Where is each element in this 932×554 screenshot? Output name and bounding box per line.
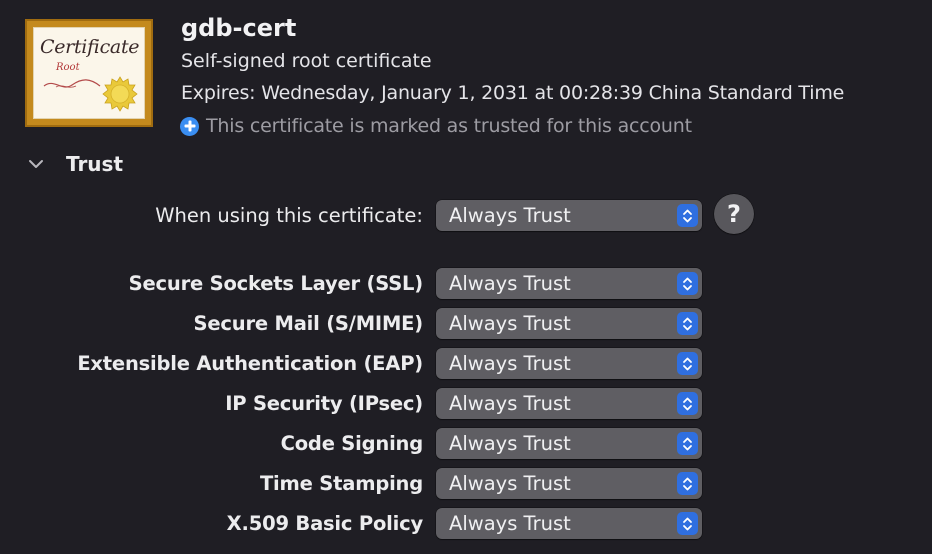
certificate-name: gdb-cert [181, 14, 297, 42]
certificate-expiration: Expires: Wednesday, January 1, 2031 at 0… [181, 82, 845, 104]
trust-disclosure[interactable]: Trust [26, 150, 123, 178]
up-down-chevron-icon [677, 512, 698, 535]
popup-value: Always Trust [449, 312, 571, 335]
policy-label: IP Security (IPsec) [225, 392, 423, 415]
x509-trust-popup[interactable]: Always Trust [436, 508, 702, 539]
policy-row-eap: Extensible Authentication (EAP) Always T… [0, 348, 932, 380]
chevron-down-icon[interactable] [26, 154, 46, 174]
policy-label: Secure Mail (S/MIME) [193, 312, 424, 335]
certificate-kind: Self-signed root certificate [181, 50, 432, 72]
gold-seal-icon [102, 76, 138, 112]
when-using-popup[interactable]: Always Trust [436, 200, 702, 231]
popup-value: Always Trust [449, 432, 571, 455]
up-down-chevron-icon [677, 312, 698, 335]
certificate-icon-subtitle: Root [56, 62, 80, 73]
certificate-icon-title: Certificate [40, 36, 140, 58]
trusted-notice-text: This certificate is marked as trusted fo… [206, 115, 692, 137]
popup-value: Always Trust [449, 472, 571, 495]
policy-row-smime: Secure Mail (S/MIME) Always Trust [0, 308, 932, 340]
certificate-paper: Certificate Root [33, 27, 145, 119]
policy-label: Secure Sockets Layer (SSL) [128, 272, 424, 295]
policy-row-code-signing: Code Signing Always Trust [0, 428, 932, 460]
when-using-row: When using this certificate: Always Trus… [0, 200, 932, 232]
policy-row-x509: X.509 Basic Policy Always Trust [0, 508, 932, 540]
when-using-label: When using this certificate: [155, 204, 423, 227]
smime-trust-popup[interactable]: Always Trust [436, 308, 702, 339]
policy-row-ssl: Secure Sockets Layer (SSL) Always Trust [0, 268, 932, 300]
up-down-chevron-icon [677, 392, 698, 415]
up-down-chevron-icon [677, 272, 698, 295]
policy-row-time-stamping: Time Stamping Always Trust [0, 468, 932, 500]
code-signing-trust-popup[interactable]: Always Trust [436, 428, 702, 459]
up-down-chevron-icon [677, 204, 698, 227]
ssl-trust-popup[interactable]: Always Trust [436, 268, 702, 299]
popup-value: Always Trust [449, 392, 571, 415]
popup-value: Always Trust [449, 272, 571, 295]
time-stamping-trust-popup[interactable]: Always Trust [436, 468, 702, 499]
policy-label: Code Signing [280, 432, 424, 455]
certificate-trust-panel: Certificate Root gdb-cert Self-signed ro… [0, 0, 932, 554]
certificate-icon: Certificate Root [25, 19, 153, 127]
up-down-chevron-icon [677, 352, 698, 375]
policy-label: Extensible Authentication (EAP) [77, 352, 423, 375]
policy-label: X.509 Basic Policy [226, 512, 424, 535]
flourish-icon [43, 79, 101, 88]
help-button[interactable]: ? [714, 194, 754, 234]
up-down-chevron-icon [677, 432, 698, 455]
eap-trust-popup[interactable]: Always Trust [436, 348, 702, 379]
plus-circle-icon [180, 116, 199, 136]
popup-value: Always Trust [449, 512, 571, 535]
trusted-notice: This certificate is marked as trusted fo… [180, 114, 692, 138]
up-down-chevron-icon [677, 472, 698, 495]
policy-row-ipsec: IP Security (IPsec) Always Trust [0, 388, 932, 420]
popup-value: Always Trust [449, 204, 571, 227]
policy-label: Time Stamping [259, 472, 423, 495]
popup-value: Always Trust [449, 352, 571, 375]
trust-section-title: Trust [66, 152, 124, 176]
ipsec-trust-popup[interactable]: Always Trust [436, 388, 702, 419]
